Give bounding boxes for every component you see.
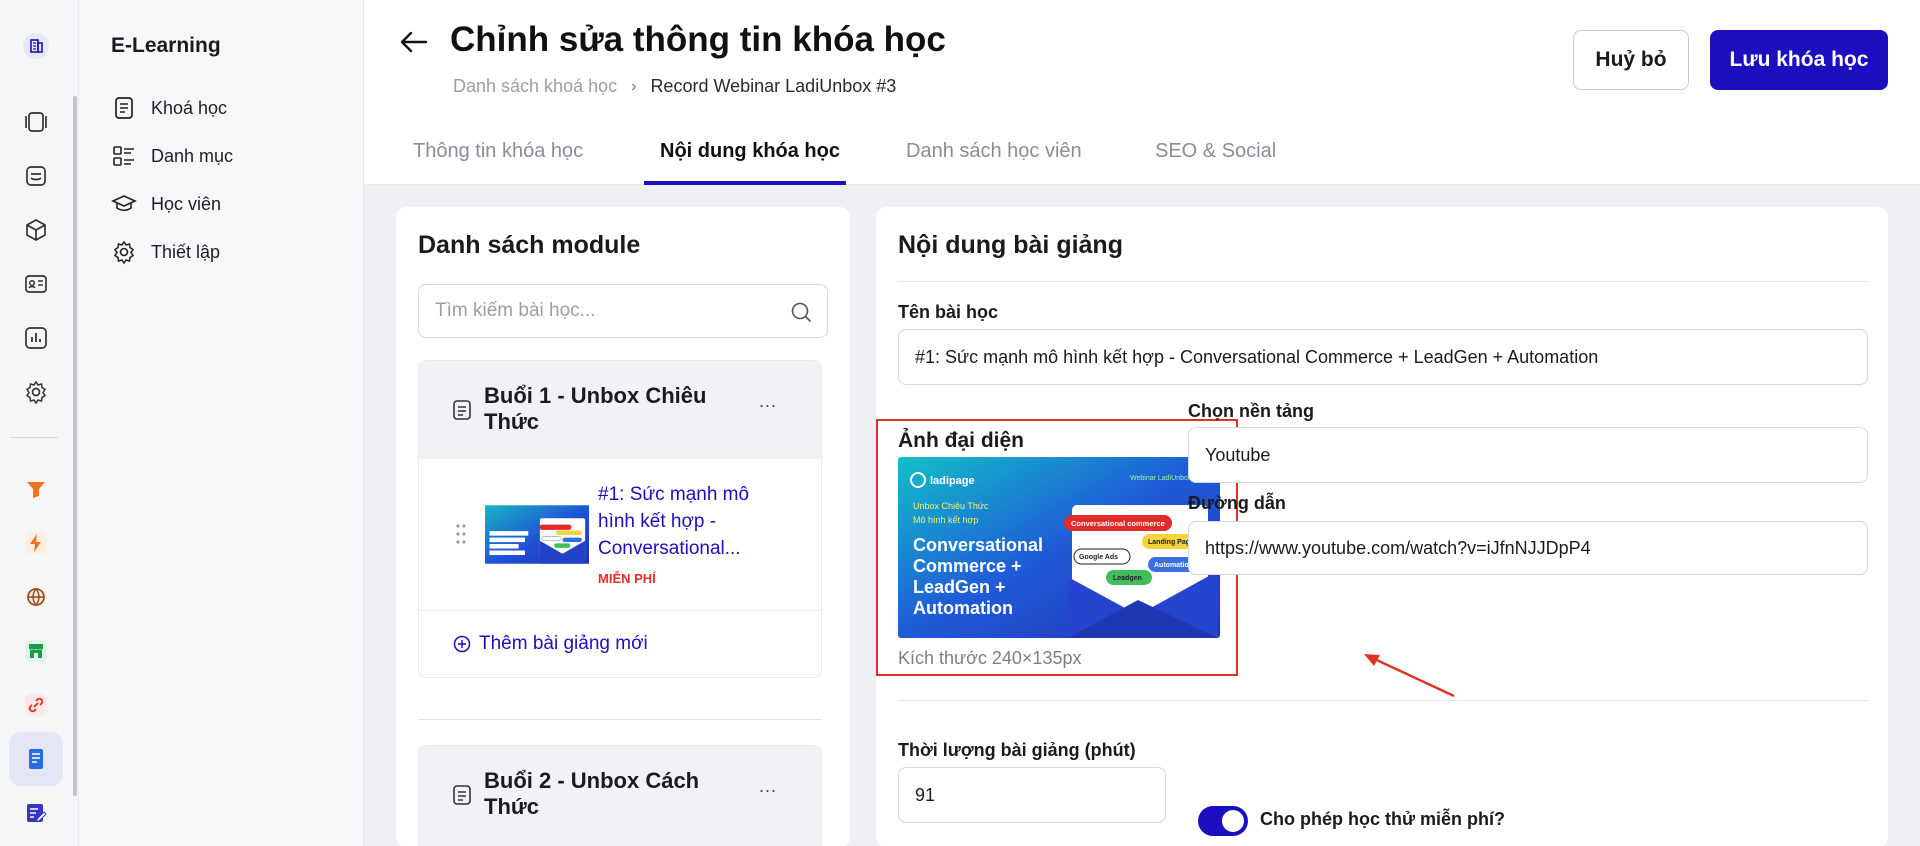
divider [898, 700, 1868, 701]
thumb-chip-conversational: Conversational commerce [1071, 519, 1165, 528]
lesson-search [418, 284, 828, 338]
form-icon[interactable] [16, 793, 56, 833]
icon-rail [0, 0, 79, 846]
chevron-right-icon: › [631, 77, 637, 95]
rail-divider [10, 437, 58, 438]
rail-scrollbar[interactable] [73, 96, 77, 796]
module-document-icon [453, 400, 471, 420]
page-title: Chỉnh sửa thông tin khóa học [450, 20, 946, 59]
url-label: Đường dẫn [1188, 493, 1286, 513]
sidebar-item-label: Học viên [151, 193, 222, 214]
sidebar-item-label: Thiết lập [151, 241, 221, 262]
main-area: Chỉnh sửa thông tin khóa học Danh sách k… [364, 0, 1920, 846]
avatar-size-note: Kích thước 240×135px [898, 648, 1082, 668]
thumb-headline3: LeadGen + [913, 577, 1006, 597]
search-input[interactable] [435, 300, 775, 322]
store-icon[interactable] [16, 631, 56, 671]
document-icon [115, 97, 133, 119]
duration-label: Thời lượng bài giảng (phút) [898, 740, 1136, 760]
elearning-icon[interactable] [9, 732, 63, 786]
thumb-chip-googleads: Google Ads [1079, 554, 1118, 561]
search-icon[interactable] [789, 300, 813, 324]
sidebar-item-categories[interactable]: Danh mục [111, 141, 233, 171]
thumb-line2: Mô hình kết hợp [913, 515, 978, 525]
breadcrumb-current: Record Webinar LadiUnbox #3 [650, 76, 897, 96]
settings-icon[interactable] [16, 372, 56, 412]
module-header[interactable]: Buổi 1 - Unbox Chiêu Thức ... [419, 361, 821, 459]
sub-sidebar: E-Learning Khoá học Danh mục Học viên Th… [79, 0, 364, 846]
lecture-panel: Nội dung bài giảng Tên bài học #1: Sức m… [876, 207, 1888, 846]
sidebar-item-courses[interactable]: Khoá học [111, 93, 227, 123]
lesson-thumbnail [485, 502, 589, 567]
gear-icon [113, 240, 135, 265]
tab-course-info[interactable]: Thông tin khóa học [413, 140, 583, 185]
lesson-item[interactable]: #1: Sức mạnh mô hình kết hợp - Conversat… [419, 459, 821, 611]
duration-input[interactable]: 91 [898, 767, 1166, 823]
free-badge: MIỄN PHÍ [598, 571, 656, 586]
thumb-headline4: Automation [913, 598, 1013, 618]
lesson-title-link[interactable]: #1: Sức mạnh mô hình kết hợp - Conversat… [598, 481, 778, 562]
thumb-chip-leadgen: Leadgen [1113, 575, 1142, 582]
tab-seo-social[interactable]: SEO & Social [1155, 140, 1276, 185]
back-arrow-icon[interactable] [396, 24, 432, 60]
free-trial-label: Cho phép học thử miễn phí? [1260, 809, 1506, 829]
module-divider [418, 719, 822, 720]
category-list-icon [113, 146, 134, 166]
add-lesson-button[interactable]: Thêm bài giảng mới [419, 611, 821, 677]
page-header: Chỉnh sửa thông tin khóa học Danh sách k… [364, 0, 1920, 185]
layers-icon[interactable] [16, 102, 56, 142]
content-area: Danh sách module Buổi 1 - Unbox Chiêu Th… [364, 185, 1920, 846]
module-name: Buổi 2 - Unbox Cách Thức [484, 768, 700, 819]
more-options-icon[interactable]: ... [759, 776, 777, 797]
free-trial-toggle[interactable] [1198, 806, 1248, 836]
funnel-icon[interactable] [16, 469, 56, 509]
tab-student-list[interactable]: Danh sách học viên [906, 140, 1082, 185]
sidebar-item-label: Khoá học [151, 97, 228, 118]
tab-bar: Thông tin khóa học Nội dung khóa học Dan… [364, 128, 1920, 185]
platform-select[interactable]: Youtube [1188, 427, 1868, 483]
sidebar-item-students[interactable]: Học viên [111, 189, 221, 219]
lesson-name-input[interactable]: #1: Sức mạnh mô hình kết hợp - Conversat… [898, 329, 1868, 385]
chat-icon[interactable] [16, 156, 56, 196]
add-lesson-label: Thêm bài giảng mới [479, 633, 648, 654]
module-card: Buổi 2 - Unbox Cách Thức ... [418, 745, 822, 846]
sidebar-title: E-Learning [111, 34, 221, 57]
save-course-button[interactable]: Lưu khóa học [1710, 30, 1888, 90]
breadcrumb-courses-link[interactable]: Danh sách khoá học [453, 76, 617, 97]
box-icon[interactable] [16, 210, 56, 250]
building-icon[interactable] [16, 26, 56, 66]
module-panel-title: Danh sách module [418, 231, 641, 259]
annotation-arrow-icon [1364, 654, 1455, 698]
divider [898, 281, 1868, 282]
tab-course-content[interactable]: Nội dung khóa học [660, 140, 840, 185]
cancel-button[interactable]: Huỷ bỏ [1573, 30, 1689, 90]
avatar-image[interactable]: ladipage Webinar LadiUnbox #3 Unbox Chiê… [898, 457, 1220, 638]
thumb-line1: Unbox Chiêu Thức [913, 501, 989, 511]
globe-icon[interactable] [16, 577, 56, 617]
thumb-headline2: Commerce + [913, 556, 1022, 576]
lightning-icon[interactable] [16, 523, 56, 563]
module-name: Buổi 1 - Unbox Chiêu Thức [484, 383, 707, 434]
module-card: Buổi 1 - Unbox Chiêu Thức ... #1: Sức mạ… [418, 360, 822, 678]
url-input[interactable]: https://www.youtube.com/watch?v=iJfnNJJD… [1188, 521, 1868, 575]
contact-card-icon[interactable] [16, 264, 56, 304]
platform-label: Chọn nền tảng [1188, 401, 1314, 421]
plus-circle-icon [453, 635, 471, 653]
lecture-panel-title: Nội dung bài giảng [898, 231, 1123, 259]
graduation-cap-icon [111, 195, 137, 212]
thumb-brand: ladipage [930, 475, 975, 487]
module-document-icon [453, 785, 471, 805]
sidebar-item-settings[interactable]: Thiết lập [111, 237, 220, 267]
avatar-label: Ảnh đại diện [898, 429, 1024, 452]
breadcrumb: Danh sách khoá học › Record Webinar Ladi… [453, 76, 896, 97]
bar-chart-icon[interactable] [16, 318, 56, 358]
sidebar-item-label: Danh mục [151, 145, 234, 166]
lesson-name-label: Tên bài học [898, 302, 999, 322]
thumb-headline1: Conversational [913, 535, 1043, 555]
drag-handle-icon[interactable] [455, 523, 467, 545]
module-panel: Danh sách module Buổi 1 - Unbox Chiêu Th… [396, 207, 850, 846]
more-options-icon[interactable]: ... [759, 391, 777, 412]
link-icon[interactable] [16, 685, 56, 725]
module-header[interactable]: Buổi 2 - Unbox Cách Thức ... [419, 746, 821, 846]
